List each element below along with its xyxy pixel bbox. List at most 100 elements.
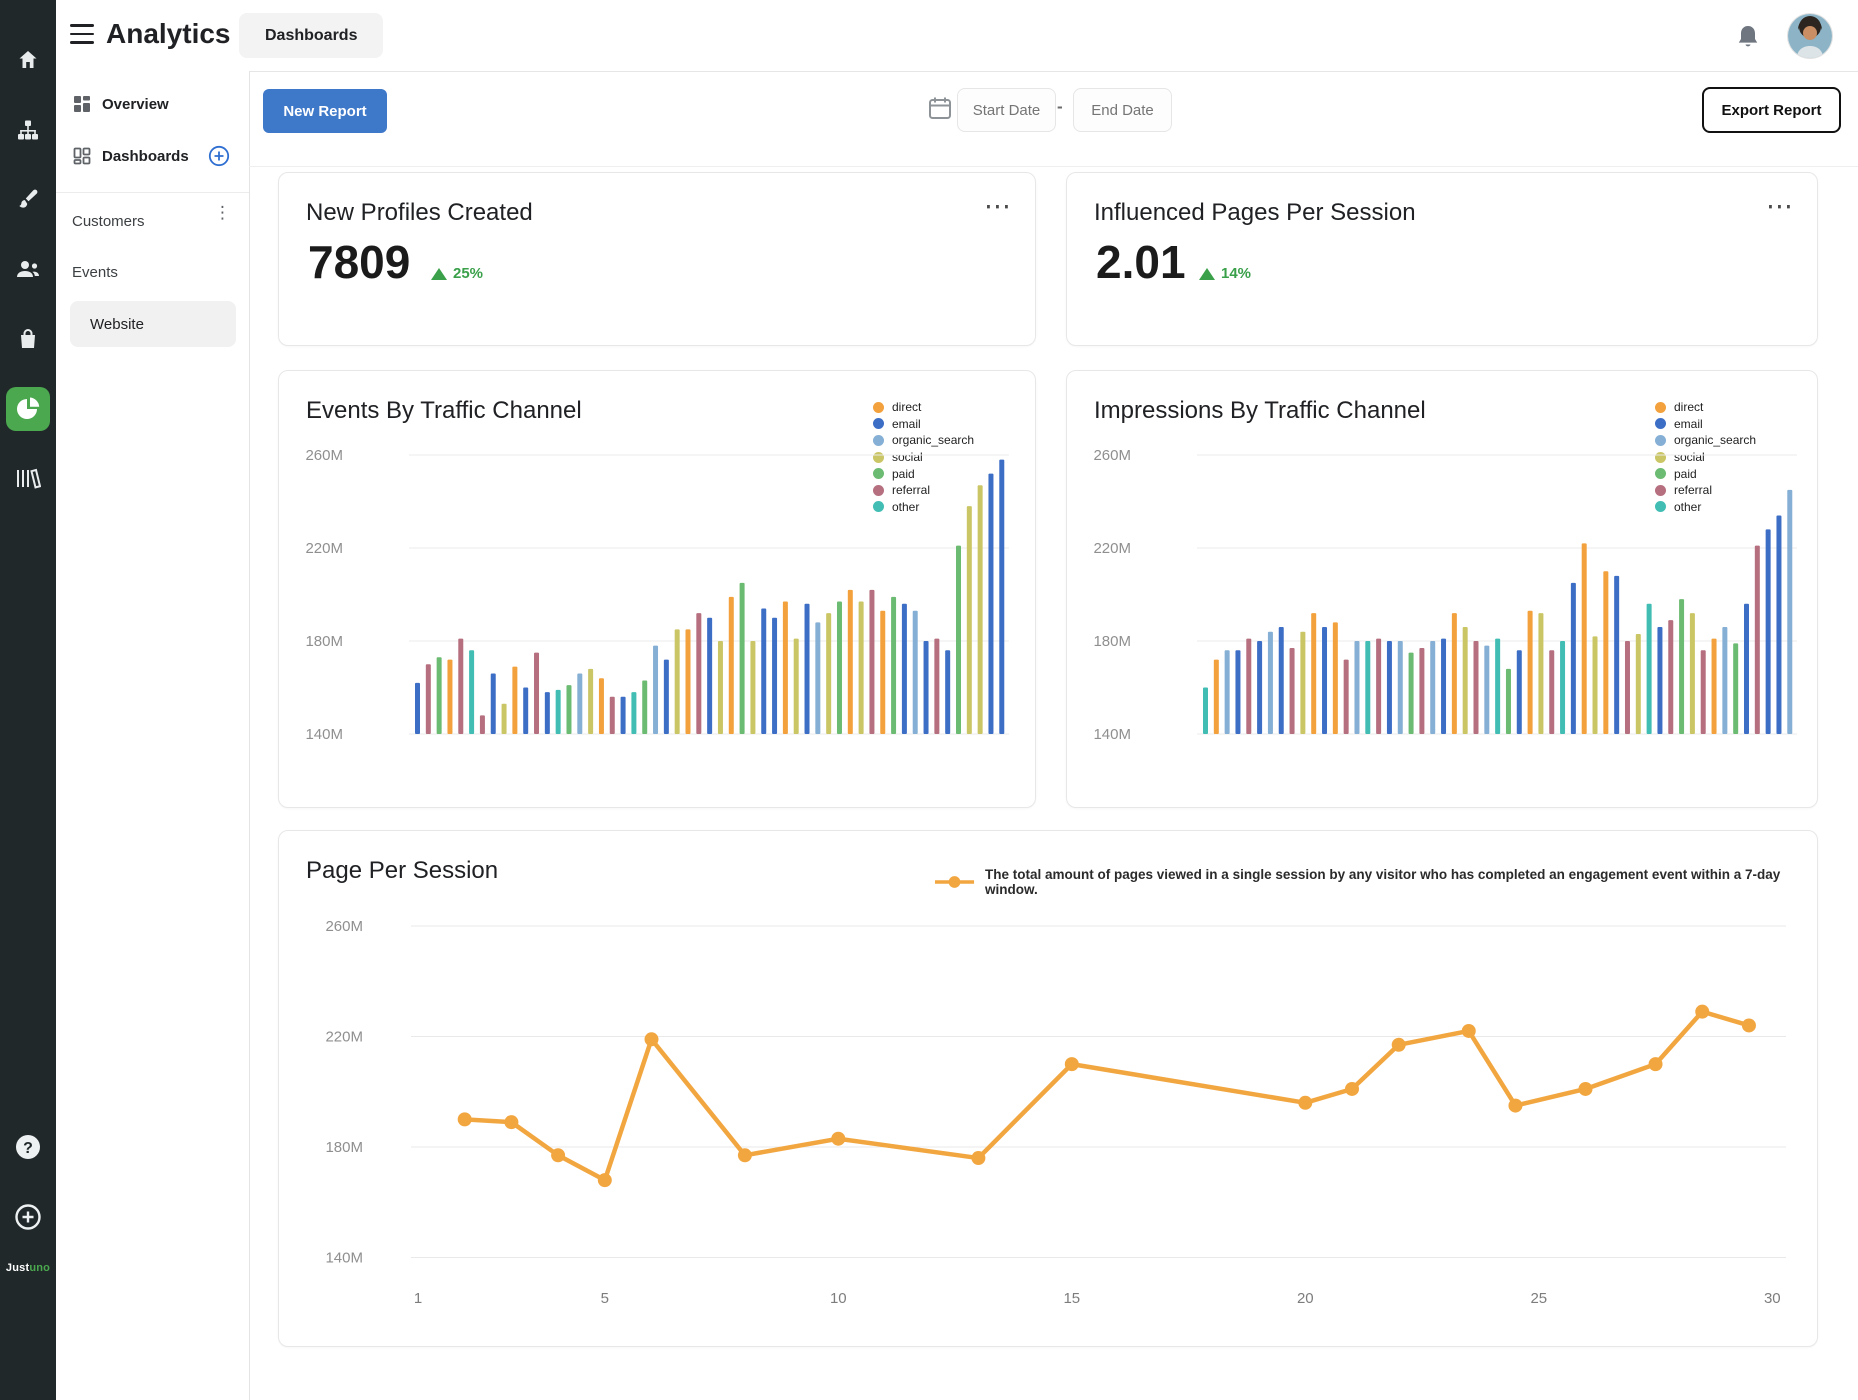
bar[interactable] <box>664 660 669 734</box>
data-point[interactable] <box>504 1115 518 1129</box>
bar[interactable] <box>1333 622 1338 734</box>
bar[interactable] <box>772 618 777 734</box>
end-date-input[interactable] <box>1073 88 1172 132</box>
kpi-menu-icon[interactable]: ⋯ <box>984 191 1013 222</box>
bar[interactable] <box>1571 583 1576 734</box>
bar[interactable] <box>1668 620 1673 734</box>
bar[interactable] <box>1787 490 1792 734</box>
bar[interactable] <box>1766 529 1771 734</box>
bar[interactable] <box>642 681 647 734</box>
sitemap-icon[interactable] <box>0 113 56 147</box>
bar[interactable] <box>869 590 874 734</box>
tab-dashboards[interactable]: Dashboards <box>239 13 383 58</box>
data-point[interactable] <box>1649 1057 1663 1071</box>
bar[interactable] <box>1733 643 1738 734</box>
bar[interactable] <box>1419 648 1424 734</box>
bar[interactable] <box>1398 641 1403 734</box>
bar[interactable] <box>978 485 983 734</box>
page-per-session-line-chart[interactable]: 260M220M180M140M151015202530 <box>279 831 1817 1346</box>
bar[interactable] <box>480 715 485 734</box>
data-point[interactable] <box>1345 1082 1359 1096</box>
bar[interactable] <box>891 597 896 734</box>
data-point[interactable] <box>738 1148 752 1162</box>
bar[interactable] <box>1538 613 1543 734</box>
bar[interactable] <box>1582 543 1587 734</box>
pie-chart-icon[interactable] <box>6 387 50 431</box>
bar[interactable] <box>999 460 1004 734</box>
bar[interactable] <box>1603 571 1608 734</box>
bar[interactable] <box>1647 604 1652 734</box>
bar[interactable] <box>1560 641 1565 734</box>
bar[interactable] <box>1268 632 1273 734</box>
paintbrush-icon[interactable] <box>0 182 56 216</box>
bar[interactable] <box>924 641 929 734</box>
bar[interactable] <box>805 604 810 734</box>
sidebar-item-dashboards[interactable]: Dashboards <box>56 137 249 175</box>
bar[interactable] <box>761 608 766 734</box>
shopping-bag-icon[interactable] <box>0 322 56 356</box>
sidebar-item-overview[interactable]: Overview <box>56 85 249 123</box>
bar[interactable] <box>523 688 528 735</box>
bar[interactable] <box>566 685 571 734</box>
bar[interactable] <box>1441 639 1446 734</box>
bar[interactable] <box>1701 650 1706 734</box>
data-point[interactable] <box>458 1112 472 1126</box>
bar[interactable] <box>1506 669 1511 734</box>
data-point[interactable] <box>645 1032 659 1046</box>
bar[interactable] <box>1387 641 1392 734</box>
sidebar-item-events[interactable]: Events <box>56 253 249 291</box>
bar[interactable] <box>491 674 496 734</box>
bar[interactable] <box>1755 546 1760 734</box>
data-point[interactable] <box>1462 1024 1476 1038</box>
bar[interactable] <box>945 650 950 734</box>
bar[interactable] <box>934 639 939 734</box>
bar[interactable] <box>880 611 885 734</box>
bar[interactable] <box>707 618 712 734</box>
data-point[interactable] <box>831 1132 845 1146</box>
bar[interactable] <box>1463 627 1468 734</box>
bar[interactable] <box>415 683 420 734</box>
bar[interactable] <box>967 506 972 734</box>
data-point[interactable] <box>598 1173 612 1187</box>
bar[interactable] <box>1235 650 1240 734</box>
kpi-menu-icon[interactable]: ⋯ <box>1766 191 1795 222</box>
bar[interactable] <box>1517 650 1522 734</box>
calendar-icon[interactable] <box>927 95 953 121</box>
bar[interactable] <box>1528 611 1533 734</box>
bar[interactable] <box>577 674 582 734</box>
data-point[interactable] <box>1742 1018 1756 1032</box>
events-bar-chart[interactable]: 260M220M180M140M <box>279 371 1035 807</box>
data-point[interactable] <box>1298 1096 1312 1110</box>
data-point[interactable] <box>971 1151 985 1165</box>
bar[interactable] <box>1614 576 1619 734</box>
bar[interactable] <box>837 601 842 734</box>
bar[interactable] <box>1430 641 1435 734</box>
bar[interactable] <box>1214 660 1219 734</box>
bar[interactable] <box>1354 641 1359 734</box>
bar[interactable] <box>729 597 734 734</box>
bar[interactable] <box>1290 648 1295 734</box>
help-icon[interactable]: ? <box>0 1130 56 1164</box>
sidebar-item-customers[interactable]: Customers ⋮ <box>56 202 249 240</box>
notifications-bell-icon[interactable] <box>1731 20 1765 54</box>
bar[interactable] <box>1311 613 1316 734</box>
bar[interactable] <box>458 639 463 734</box>
hamburger-menu-icon[interactable] <box>70 24 94 44</box>
bar[interactable] <box>1344 660 1349 734</box>
bar[interactable] <box>512 667 517 734</box>
bar[interactable] <box>1300 632 1305 734</box>
data-point[interactable] <box>1695 1005 1709 1019</box>
bar[interactable] <box>1657 627 1662 734</box>
data-point[interactable] <box>551 1148 565 1162</box>
bar[interactable] <box>1409 653 1414 734</box>
add-dashboard-icon[interactable] <box>208 145 230 167</box>
bar[interactable] <box>1593 636 1598 734</box>
bar[interactable] <box>1549 650 1554 734</box>
bar[interactable] <box>1712 639 1717 734</box>
data-point[interactable] <box>1579 1082 1593 1096</box>
bar[interactable] <box>826 613 831 734</box>
bar[interactable] <box>902 604 907 734</box>
bar[interactable] <box>859 601 864 734</box>
bar[interactable] <box>631 692 636 734</box>
bar[interactable] <box>988 474 993 734</box>
